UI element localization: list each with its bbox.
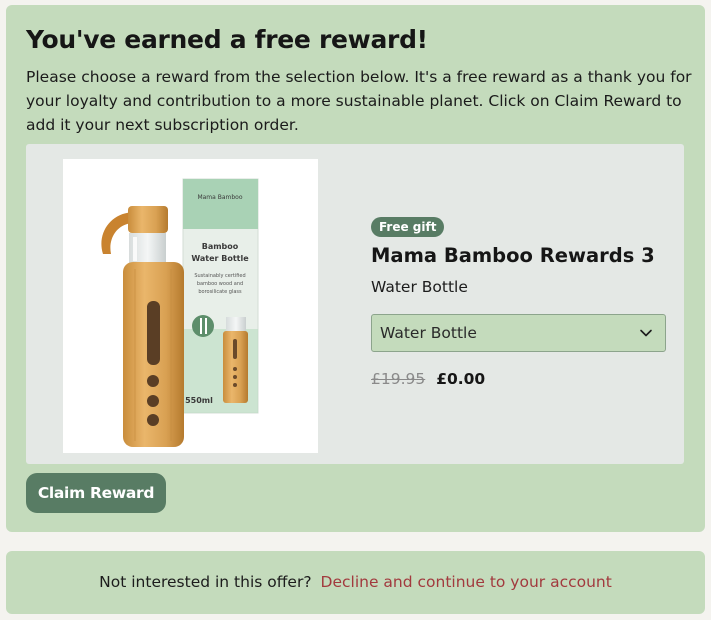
svg-text:Water Bottle: Water Bottle bbox=[191, 254, 249, 263]
product-name: Mama Bamboo Rewards 3 bbox=[371, 244, 655, 267]
product-image: Mama Bamboo Bamboo Water Bottle Sustaina… bbox=[63, 159, 318, 453]
svg-text:550ml: 550ml bbox=[185, 396, 213, 405]
reward-intro: Please choose a reward from the selectio… bbox=[26, 68, 692, 134]
reward-price: £0.00 bbox=[436, 370, 486, 388]
svg-text:Sustainably certified: Sustainably certified bbox=[194, 273, 245, 279]
reward-card: You've earned a free reward! Please choo… bbox=[6, 5, 705, 532]
decline-link[interactable]: Decline and continue to your account bbox=[321, 573, 612, 591]
box-brand-text: Mama Bamboo bbox=[197, 194, 242, 201]
svg-text:bamboo wood and: bamboo wood and bbox=[197, 281, 243, 287]
original-price: £19.95 bbox=[371, 370, 426, 388]
chevron-down-icon bbox=[640, 329, 652, 337]
decline-row: Not interested in this offer? Decline an… bbox=[6, 573, 705, 591]
decline-question: Not interested in this offer? bbox=[99, 573, 312, 591]
bamboo-water-bottle-image: Mama Bamboo Bamboo Water Bottle Sustaina… bbox=[101, 178, 259, 447]
claim-reward-button[interactable]: Claim Reward bbox=[26, 473, 166, 513]
svg-text:borosilicate glass: borosilicate glass bbox=[198, 289, 242, 295]
reward-product-panel: Mama Bamboo Bamboo Water Bottle Sustaina… bbox=[26, 144, 684, 464]
variant-select[interactable]: Water Bottle bbox=[371, 314, 666, 352]
price-row: £19.95 £0.00 bbox=[371, 370, 485, 388]
free-gift-badge: Free gift bbox=[371, 217, 445, 237]
svg-text:Bamboo: Bamboo bbox=[202, 242, 239, 251]
decline-card: Not interested in this offer? Decline an… bbox=[6, 551, 705, 614]
reward-title: You've earned a free reward! bbox=[26, 25, 428, 54]
variant-select-value: Water Bottle bbox=[380, 324, 477, 342]
product-subtitle: Water Bottle bbox=[371, 278, 468, 296]
